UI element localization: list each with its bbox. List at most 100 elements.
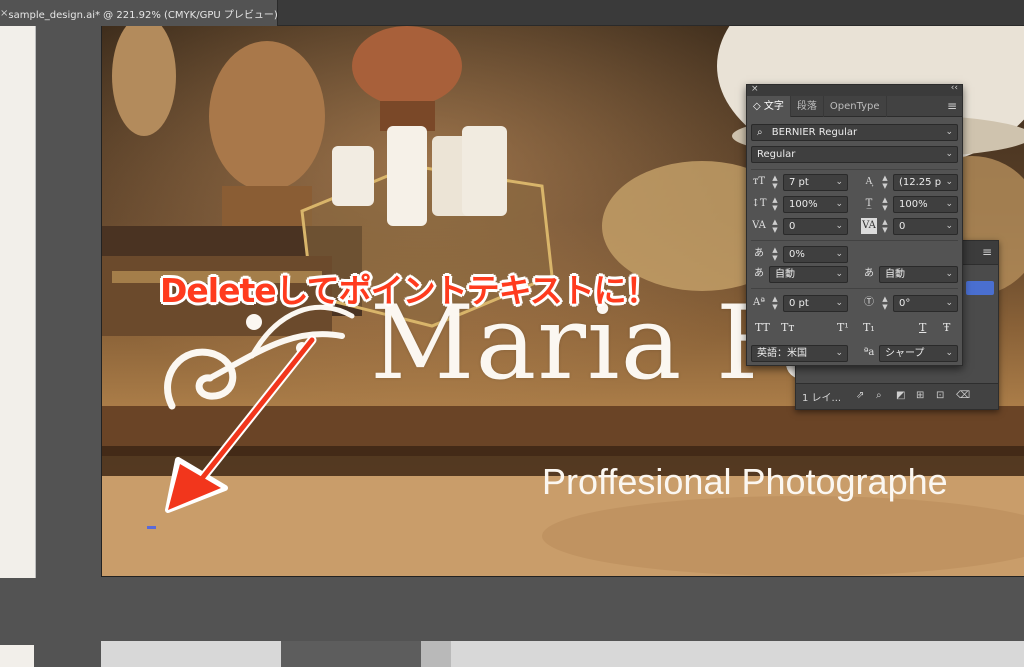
export-icon[interactable]: ⇗ [856,391,866,401]
tab-paragraph[interactable]: 段落 [791,96,824,117]
kerning-stepper[interactable]: ▲ ▼ [771,218,779,234]
subscript-button[interactable]: T₁ [863,321,875,334]
layer-count-label: 1 レイ... [802,393,842,404]
annotation-callout-text: Deleteしてポイントテキストに！ [160,271,659,310]
font-style-value: Regular [757,149,796,160]
rotation-icon: Ⓣ [864,297,874,308]
chevron-down-icon[interactable]: ⌄ [835,175,843,190]
divider [751,288,958,289]
superscript-button[interactable]: T¹ [837,321,849,334]
horizontal-scale-stepper[interactable]: ▲ ▼ [881,196,889,212]
kerning-icon: VA [752,220,766,231]
chevron-down-icon[interactable]: ⌄ [945,346,953,361]
kerning-field[interactable]: 0 ⌄ [783,218,848,235]
artwork-subtitle-text[interactable]: Proffesional Photographe [542,461,948,503]
adjacent-artboard-bottom-left [0,645,34,667]
font-size-value: 7 pt [789,177,809,188]
chevron-down-icon[interactable]: ⌄ [835,267,843,282]
aki-right-icon: あ [864,268,874,279]
chevron-down-icon[interactable]: ⌄ [835,346,843,361]
tsume-value: 0% [789,249,805,260]
baseline-shift-value: 0 pt [789,298,809,309]
font-style-select[interactable]: Regular ⌄ [751,146,958,163]
chevron-down-icon[interactable]: ⌄ [835,197,843,212]
document-tab[interactable]: × sample_design.ai* @ 221.92% (CMYK/GPU … [0,0,278,26]
antialias-select[interactable]: シャープ ⌄ [879,345,958,362]
leading-field[interactable]: (12.25 p ⌄ [893,174,958,191]
all-caps-button[interactable]: TT [755,321,770,334]
new-sublayer-icon[interactable]: ⊞ [916,391,926,401]
character-panel-tabs: ◇ 文字 段落 OpenType ≡ [747,96,962,117]
locate-object-icon[interactable]: ⌕ [876,391,886,401]
adjacent-artboard-bottom [101,641,1024,667]
baseline-shift-icon: Aª [753,297,765,308]
tab-opentype[interactable]: OpenType [824,96,887,117]
vertical-scale-icon: ↕T [751,198,767,209]
chevron-down-icon[interactable]: ⌄ [835,296,843,311]
chevron-down-icon[interactable]: ⌄ [945,125,953,140]
divider [751,169,958,170]
chevron-down-icon[interactable]: ⌄ [945,175,953,190]
vertical-scale-stepper[interactable]: ▲ ▼ [771,196,779,212]
text-insertion-point[interactable] [147,526,156,529]
language-value: 英語：米国 [757,348,807,359]
character-panel-titlebar[interactable]: × ‹‹ [747,83,962,96]
aki-left-select[interactable]: 自動 ⌄ [769,266,848,283]
character-panel[interactable]: × ‹‹ ◇ 文字 段落 OpenType ≡ ⌕ BERNIER Regula… [746,83,963,366]
layers-panel-menu-icon[interactable]: ≡ [982,245,992,259]
horizontal-scale-field[interactable]: 100% ⌄ [893,196,958,213]
vertical-scale-value: 100% [789,199,818,210]
divider [751,240,958,241]
tracking-stepper[interactable]: ▲ ▼ [881,218,889,234]
horizontal-scale-value: 100% [899,199,928,210]
tracking-field[interactable]: 0 ⌄ [893,218,958,235]
antialias-icon: ªa [863,347,875,358]
language-select[interactable]: 英語：米国 ⌄ [751,345,848,362]
chevron-down-icon[interactable]: ⌄ [945,296,953,311]
font-size-icon: ᴛT [752,176,766,187]
document-tab-title[interactable]: sample_design.ai* @ 221.92% (CMYK/GPU プレ… [8,6,277,21]
aki-left-icon: あ [754,268,764,279]
font-size-stepper[interactable]: ▲ ▼ [771,174,779,190]
adjacent-artboard-left [0,26,36,578]
tab-character[interactable]: ◇ 文字 [747,96,791,117]
antialias-value: シャープ [885,348,925,359]
tsume-stepper[interactable]: ▲ ▼ [771,246,779,262]
underline-button[interactable]: T [919,321,926,334]
baseline-shift-stepper[interactable]: ▲ ▼ [771,295,779,311]
chevron-down-icon[interactable]: ⌄ [945,147,953,162]
close-panel-icon[interactable]: × [751,84,759,94]
strikethrough-button[interactable]: Ŧ [943,321,950,334]
layer-selection-indicator[interactable] [966,281,994,295]
tracking-icon: VA [861,218,877,234]
close-tab-icon[interactable]: × [0,8,8,19]
font-family-value: BERNIER Regular [771,127,858,138]
tsume-icon: あ [754,248,764,259]
font-family-select[interactable]: ⌕ BERNIER Regular ⌄ [751,124,958,141]
rotation-field[interactable]: 0° ⌄ [893,295,958,312]
layers-panel-footer: 1 レイ... ⇗ ⌕ ◩ ⊞ ⊡ ⌫ [796,383,998,409]
document-tab-bar: × sample_design.ai* @ 221.92% (CMYK/GPU … [0,0,1024,26]
leading-value: (12.25 p [899,177,942,188]
chevron-down-icon[interactable]: ⌄ [945,197,953,212]
character-panel-menu-icon[interactable]: ≡ [947,99,957,113]
tracking-value: 0 [899,221,906,232]
collapse-panel-icon[interactable]: ‹‹ [951,83,958,93]
font-size-field[interactable]: 7 pt ⌄ [783,174,848,191]
delete-layer-icon[interactable]: ⌫ [956,391,970,401]
tsume-field[interactable]: 0% ⌄ [783,246,848,263]
new-layer-icon[interactable]: ⊡ [936,391,946,401]
font-search-icon: ⌕ [757,127,763,138]
chevron-down-icon[interactable]: ⌄ [945,267,953,282]
chevron-down-icon[interactable]: ⌄ [835,247,843,262]
baseline-shift-field[interactable]: 0 pt ⌄ [783,295,848,312]
aki-right-value: 自動 [885,269,905,280]
aki-right-select[interactable]: 自動 ⌄ [879,266,958,283]
clipping-mask-icon[interactable]: ◩ [896,391,906,401]
leading-stepper[interactable]: ▲ ▼ [881,174,889,190]
chevron-down-icon[interactable]: ⌄ [835,219,843,234]
vertical-scale-field[interactable]: 100% ⌄ [783,196,848,213]
rotation-stepper[interactable]: ▲ ▼ [881,295,889,311]
chevron-down-icon[interactable]: ⌄ [945,219,953,234]
small-caps-button[interactable]: Tт [781,321,794,334]
